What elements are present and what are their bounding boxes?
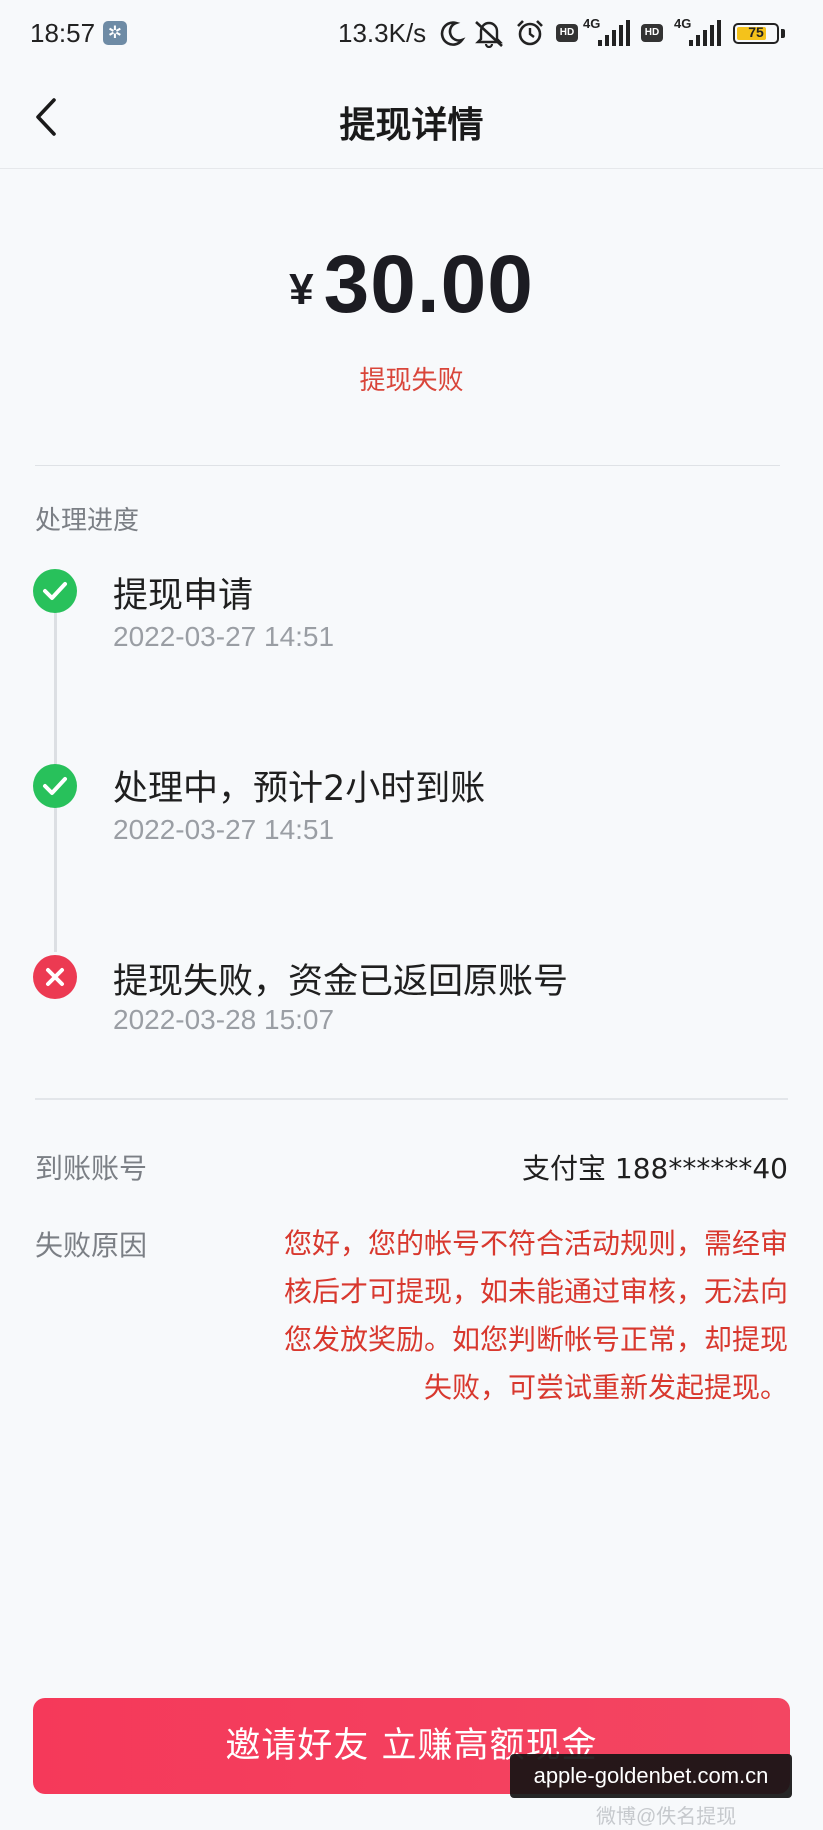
progress-section-title: 处理进度 (35, 506, 140, 536)
currency-symbol: ¥ (289, 265, 314, 314)
nav-header: 提现详情 (0, 70, 823, 169)
divider (35, 1098, 788, 1100)
reason-text: 您好，您的帐号不符合活动规则，需经审核后才可提现，如未能通过审核，无法向您发放奖… (283, 1227, 788, 1404)
step-title: 提现申请 (113, 576, 254, 616)
battery-level: 75 (748, 24, 764, 40)
weibo-watermark: 微博@佚名提现 (596, 1806, 737, 1828)
mute-icon (475, 21, 503, 48)
step-title: 处理中，预计2小时到账 (113, 769, 486, 809)
divider (35, 465, 780, 466)
hd-icon: HD (641, 24, 663, 42)
alarm-icon (517, 20, 543, 46)
withdraw-amount: ¥30.00 (0, 238, 823, 332)
screen: 18:57 ✲ 13.3K/s HD 4G HD 4G 75 提现详情 ¥ 30… (0, 0, 823, 1830)
check-icon (33, 569, 77, 613)
moon-icon (440, 21, 466, 46)
step-time: 2022-03-28 15:07 (113, 1004, 335, 1035)
step-time: 2022-03-27 14:51 (113, 814, 335, 845)
step-title: 提现失败，资金已返回原账号 (113, 962, 569, 1002)
status-time: 18:57 (30, 18, 96, 48)
network-speed: 13.3K/s (338, 18, 427, 48)
gear-icon: ✲ (103, 21, 127, 45)
battery-cap (781, 29, 785, 38)
page-title: 提现详情 (339, 105, 484, 146)
close-icon (33, 955, 77, 999)
account-label: 到账账号 (35, 1152, 148, 1185)
watermark: apple-goldenbet.com.cn (510, 1754, 792, 1798)
withdraw-status: 提现失败 (359, 366, 464, 396)
battery-icon: 75 (733, 23, 779, 44)
account-value: 支付宝 188******40 (522, 1152, 788, 1185)
amount-value: 30.00 (323, 239, 534, 330)
step-time: 2022-03-27 14:51 (113, 621, 335, 652)
status-bar: 18:57 ✲ 13.3K/s HD 4G HD 4G 75 (0, 0, 823, 70)
reason-label: 失败原因 (35, 1229, 148, 1262)
signal-icon (689, 20, 721, 46)
check-icon (33, 764, 77, 808)
signal-icon (598, 20, 630, 46)
hd-icon: HD (556, 24, 578, 42)
